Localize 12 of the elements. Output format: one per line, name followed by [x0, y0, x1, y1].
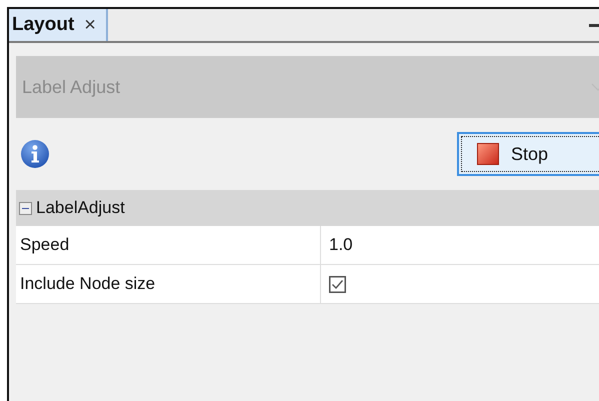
- property-name: Include Node size: [16, 265, 321, 303]
- stop-icon: [477, 143, 499, 165]
- group-title: LabelAdjust: [36, 198, 125, 218]
- property-name: Speed: [16, 226, 321, 264]
- close-button[interactable]: ×: [84, 14, 96, 36]
- collapse-toggle[interactable]: [19, 202, 32, 214]
- property-value[interactable]: 1.0: [329, 235, 353, 255]
- stop-button[interactable]: Stop: [457, 132, 599, 176]
- info-icon[interactable]: [20, 139, 50, 169]
- checkbox[interactable]: [329, 276, 346, 292]
- tab-label: Layout: [12, 14, 74, 36]
- panel-tab[interactable]: Layout ×: [9, 9, 108, 41]
